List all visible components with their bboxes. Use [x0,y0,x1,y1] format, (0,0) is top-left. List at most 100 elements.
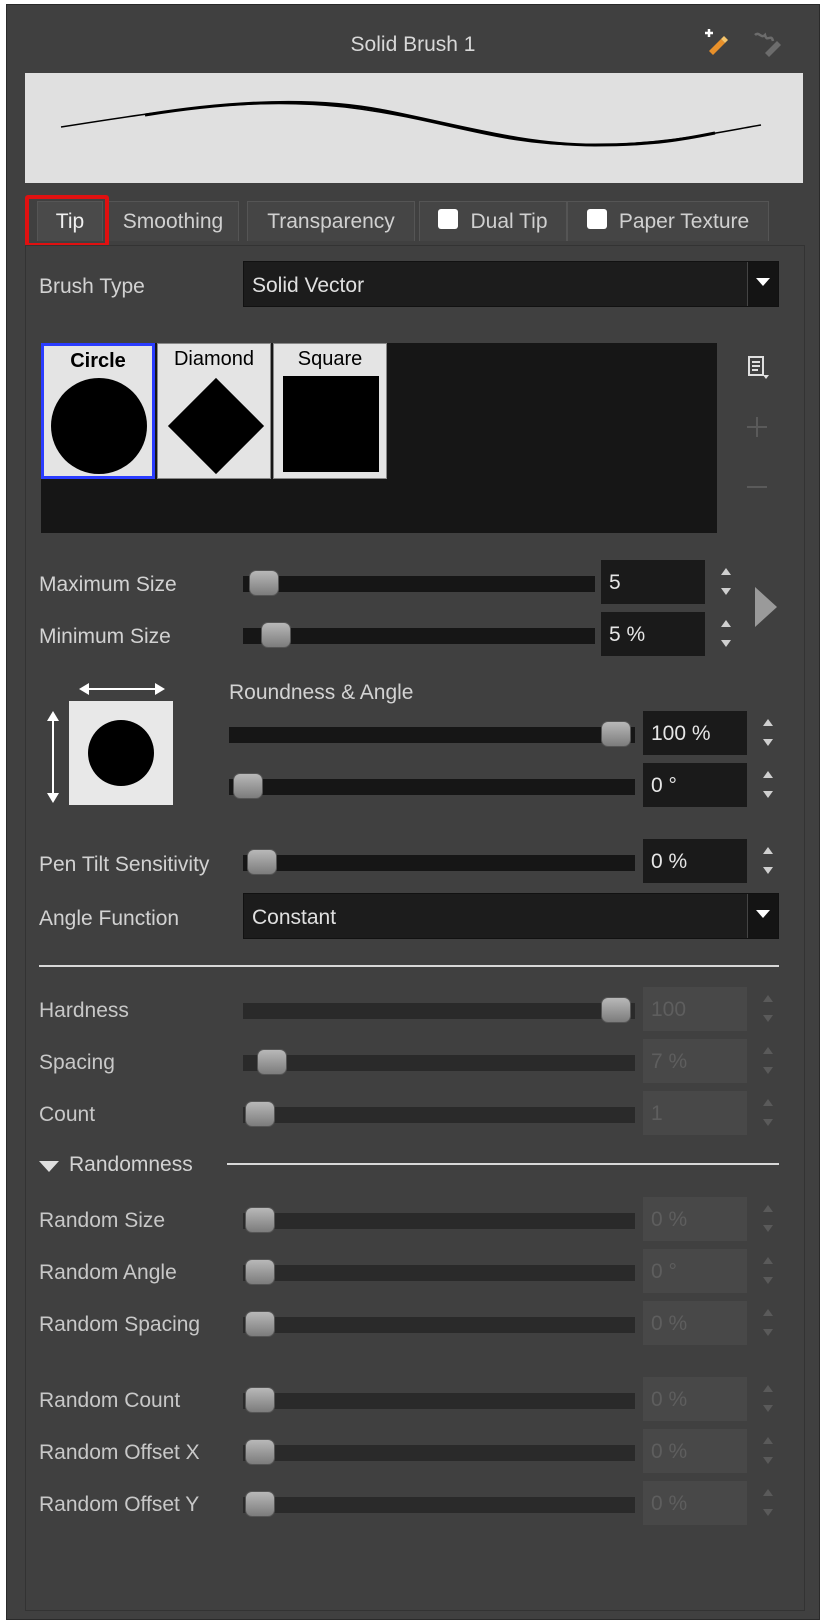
random-offset-y-field[interactable]: 0 % [643,1481,747,1525]
angle-slider[interactable] [229,773,635,799]
roundness-value: 100 % [651,722,711,745]
tip-library: Circle Diamond Square [41,343,717,533]
roundness-stepper[interactable] [761,711,775,755]
panel-title: Solid Brush 1 [350,33,476,56]
library-menu-icon[interactable] [747,355,771,381]
count-slider-thumb[interactable] [245,1101,275,1127]
random-size-slider[interactable] [243,1207,635,1233]
random-size-slider-thumb[interactable] [245,1207,275,1233]
random-offset-x-label: Random Offset X [39,1441,200,1464]
random-angle-slider[interactable] [243,1259,635,1285]
max-size-stepper[interactable] [719,560,733,604]
hardness-slider-thumb[interactable] [601,997,631,1023]
tab-paper-texture[interactable]: Paper Texture [567,201,769,241]
roundness-circle-icon [88,720,154,786]
angle-function-dropdown[interactable]: Constant [243,893,779,939]
roundness-slider-thumb[interactable] [601,721,631,747]
random-angle-value: 0 ° [651,1260,677,1283]
random-offset-x-value: 0 % [651,1440,688,1463]
pen-tilt-slider[interactable] [243,849,635,875]
random-offset-x-slider-thumb[interactable] [245,1439,275,1465]
brush-type-label: Brush Type [39,275,145,298]
tip-diamond[interactable]: Diamond [157,343,271,479]
tip-circle[interactable]: Circle [41,343,155,479]
random-count-value: 0 % [651,1388,688,1411]
tip-square-label: Square [297,348,363,370]
random-offset-y-slider-thumb[interactable] [245,1491,275,1517]
tab-smoothing-label: Smoothing [122,209,224,233]
random-offset-x-stepper[interactable] [761,1429,775,1473]
random-offset-x-slider[interactable] [243,1439,635,1465]
random-offset-y-slider[interactable] [243,1491,635,1517]
angle-function-label: Angle Function [39,907,180,930]
brush-type-dropdown[interactable]: Solid Vector [243,261,779,307]
min-size-label: Minimum Size [39,625,171,648]
max-size-slider-thumb[interactable] [249,570,279,596]
spacing-slider-thumb[interactable] [257,1049,287,1075]
chevron-down-icon[interactable] [747,894,778,938]
hardness-value: 100 [651,998,687,1021]
vertical-arrow-icon [47,711,59,803]
random-offset-y-stepper[interactable] [761,1481,775,1525]
hardness-field[interactable]: 100 [643,987,747,1031]
random-count-slider-thumb[interactable] [245,1387,275,1413]
random-angle-field[interactable]: 0 ° [643,1249,747,1293]
random-count-label: Random Count [39,1389,181,1412]
max-size-label: Maximum Size [39,573,177,596]
count-field[interactable]: 1 [643,1091,747,1135]
tab-dual-tip[interactable]: Dual Tip [419,201,567,241]
angle-field[interactable]: 0 ° [643,763,747,807]
random-count-field[interactable]: 0 % [643,1377,747,1421]
expand-arrow-icon[interactable] [753,585,779,629]
max-size-slider[interactable] [243,570,595,596]
count-slider[interactable] [243,1101,635,1127]
dual-tip-checkbox[interactable] [438,208,459,229]
pen-tilt-stepper[interactable] [761,839,775,883]
tab-transparency[interactable]: Transparency [247,201,415,241]
roundness-slider[interactable] [229,721,635,747]
randomness-label: Randomness [69,1153,193,1176]
tab-smoothing[interactable]: Smoothing [107,201,239,241]
roundness-field[interactable]: 100 % [643,711,747,755]
random-count-slider[interactable] [243,1387,635,1413]
angle-slider-thumb[interactable] [233,773,263,799]
paper-texture-checkbox[interactable] [586,208,607,229]
random-spacing-slider-thumb[interactable] [245,1311,275,1337]
spacing-slider[interactable] [243,1049,635,1075]
brush-edit-icon[interactable] [751,29,783,57]
random-spacing-field[interactable]: 0 % [643,1301,747,1345]
pen-tilt-field[interactable]: 0 % [643,839,747,883]
min-size-stepper[interactable] [719,612,733,656]
roundness-preview [69,701,173,805]
tip-diamond-label: Diamond [173,348,255,370]
min-size-field[interactable]: 5 % [601,612,705,656]
random-size-stepper[interactable] [761,1197,775,1241]
brush-panel: Solid Brush 1 Tip Smoothing Transparency… [6,4,820,1620]
remove-tip-icon[interactable] [745,475,769,499]
min-size-slider[interactable] [243,622,595,648]
random-angle-stepper[interactable] [761,1249,775,1293]
add-brush-icon[interactable] [701,29,731,57]
random-spacing-slider[interactable] [243,1311,635,1337]
count-stepper[interactable] [761,1091,775,1135]
random-count-stepper[interactable] [761,1377,775,1421]
hardness-slider[interactable] [243,997,635,1023]
random-offset-x-field[interactable]: 0 % [643,1429,747,1473]
min-size-slider-thumb[interactable] [261,622,291,648]
random-size-field[interactable]: 0 % [643,1197,747,1241]
chevron-down-icon[interactable] [747,262,778,306]
spacing-stepper[interactable] [761,1039,775,1083]
angle-function-value: Constant [252,906,337,929]
add-tip-icon[interactable] [745,415,769,439]
random-angle-slider-thumb[interactable] [245,1259,275,1285]
pen-tilt-slider-thumb[interactable] [247,849,277,875]
spacing-value: 7 % [651,1050,688,1073]
tip-circle-label: Circle [70,350,126,372]
stroke-preview-curve [60,100,762,147]
tip-square[interactable]: Square [273,343,387,479]
spacing-field[interactable]: 7 % [643,1039,747,1083]
random-spacing-stepper[interactable] [761,1301,775,1345]
hardness-stepper[interactable] [761,987,775,1031]
angle-stepper[interactable] [761,763,775,807]
max-size-field[interactable]: 5 [601,560,705,604]
